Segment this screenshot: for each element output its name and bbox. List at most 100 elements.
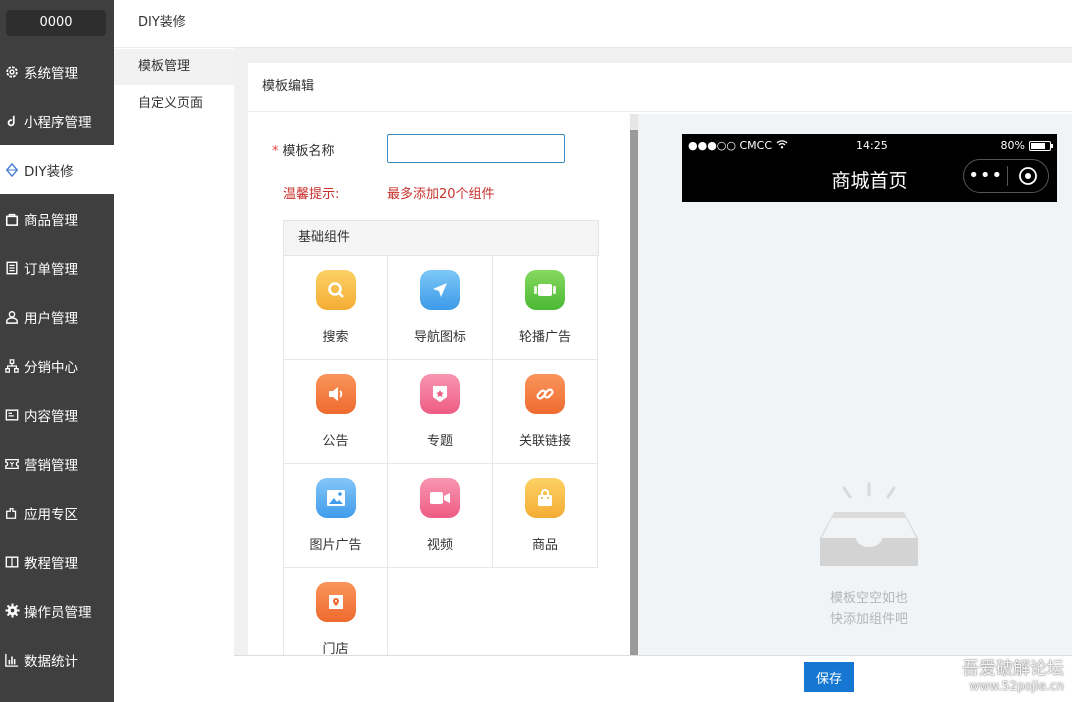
org-chart-icon [4, 358, 20, 374]
status-carrier: ●●●○○ CMCC [688, 139, 788, 152]
sidebar-item-diy[interactable]: DIY装修 [0, 145, 114, 194]
sidebar-item-users[interactable]: 用户管理 [0, 292, 114, 341]
subnav-item-custom-page[interactable]: 自定义页面 [114, 86, 234, 122]
puzzle-icon [4, 505, 20, 521]
component-label: 商品 [531, 538, 558, 553]
link-icon [525, 374, 565, 414]
battery-percent: 80% [1000, 139, 1025, 152]
sidebar-item-label: 操作员管理 [24, 604, 92, 621]
sub-navigation: DIY装修 模板管理 自定义页面 [114, 0, 234, 702]
battery-icon [1029, 140, 1053, 151]
component-search[interactable]: 搜索 [283, 256, 388, 360]
carousel-icon [525, 270, 565, 310]
document-icon [4, 260, 20, 276]
video-icon [420, 478, 460, 518]
bag-icon [4, 211, 20, 227]
save-button[interactable]: 保存 [804, 662, 854, 692]
wifi-icon [776, 139, 788, 152]
template-name-label-text: 模板名称 [282, 144, 335, 159]
diamond-icon [4, 162, 20, 178]
component-label: 公告 [322, 434, 349, 449]
store-icon [315, 582, 356, 622]
more-icon: ••• [968, 165, 1004, 186]
component-label: 搜索 [322, 330, 349, 345]
required-mark: * [272, 144, 279, 159]
status-time: 14:25 [856, 139, 888, 152]
sidebar-item-label: 营销管理 [24, 457, 78, 474]
top-bar [234, 0, 1072, 48]
sidebar-item-label: 用户管理 [24, 310, 78, 327]
sidebar-item-label: 小程序管理 [24, 114, 92, 131]
component-label: 专题 [426, 434, 453, 449]
speaker-icon [315, 374, 356, 414]
watermark-line-2: www.52pojie.cn [969, 679, 1064, 693]
tip-label: 温馨提示: [283, 187, 340, 202]
app-root: 0000 系统管理 小程序管理 DIY装修 商品管理 订单管理 用户管理 分销中… [0, 0, 1072, 702]
sidebar-item-orders[interactable]: 订单管理 [0, 243, 114, 292]
sidebar-item-label: 教程管理 [24, 555, 78, 572]
sidebar-item-label: 订单管理 [24, 261, 78, 278]
sidebar-item-miniprogram[interactable]: 小程序管理 [0, 96, 114, 145]
content-icon [4, 407, 20, 423]
book-icon [4, 554, 20, 570]
template-name-label: * 模板名称 [272, 140, 335, 159]
bottom-action-bar [234, 655, 1072, 702]
navigation-icon [420, 270, 460, 310]
component-goods[interactable]: 商品 [493, 464, 598, 568]
sidebar-item-distribution[interactable]: 分销中心 [0, 341, 114, 390]
shopping-bag-icon [525, 478, 565, 518]
components-heading: 基础组件 [283, 220, 599, 256]
component-carousel[interactable]: 轮播广告 [493, 256, 598, 360]
tip-text: 最多添加20个组件 [387, 187, 495, 202]
basic-components-box: 基础组件 搜索 导航图标 轮播广告 公告 专题 关联链接 图片广告 视频 商品 … [283, 220, 599, 672]
sidebar-item-goods[interactable]: 商品管理 [0, 194, 114, 243]
subnav-item-template-management[interactable]: 模板管理 [114, 49, 234, 85]
template-name-input[interactable] [387, 134, 565, 163]
user-icon [4, 309, 20, 325]
watermark-line-1: 吾爱破解论坛 [962, 659, 1064, 679]
sidebar-item-statistics[interactable]: 数据统计 [0, 635, 114, 684]
component-topic[interactable]: 专题 [388, 360, 493, 464]
editor-scrollbar-thumb[interactable] [630, 130, 638, 655]
status-battery: 80% [1000, 139, 1053, 152]
main-sidebar: 0000 系统管理 小程序管理 DIY装修 商品管理 订单管理 用户管理 分销中… [0, 0, 114, 702]
sidebar-item-label: 内容管理 [24, 408, 78, 425]
component-video[interactable]: 视频 [388, 464, 493, 568]
component-label: 导航图标 [413, 330, 466, 345]
phone-header: ●●●○○ CMCC 14:25 80% 商城首页 ••• [682, 134, 1057, 202]
brand-label: 0000 [6, 10, 106, 36]
carrier-text: ●●●○○ CMCC [688, 139, 773, 152]
ticket-icon [4, 456, 20, 472]
sidebar-item-apps[interactable]: 应用专区 [0, 488, 114, 537]
sidebar-item-content[interactable]: 内容管理 [0, 390, 114, 439]
close-circle-icon [1008, 166, 1048, 186]
empty-state-text: 模板空空如也 快添加组件吧 [769, 588, 969, 630]
empty-line-1: 模板空空如也 [829, 591, 908, 606]
component-label: 关联链接 [518, 434, 571, 449]
watermark: 吾爱破解论坛 www.52pojie.cn [962, 654, 1064, 693]
component-label: 图片广告 [309, 538, 362, 553]
badge-icon [420, 374, 460, 414]
component-label: 轮播广告 [518, 330, 571, 345]
sidebar-item-label: DIY装修 [24, 163, 74, 180]
sidebar-item-label: 应用专区 [24, 506, 78, 523]
component-notice[interactable]: 公告 [283, 360, 388, 464]
empty-line-2: 快添加组件吧 [829, 612, 908, 627]
bar-chart-icon [4, 652, 20, 668]
component-label: 视频 [426, 538, 453, 553]
sidebar-item-label: 系统管理 [24, 65, 78, 82]
music-note-icon [4, 113, 20, 129]
miniprogram-capsule: ••• [963, 159, 1049, 193]
sidebar-item-label: 商品管理 [24, 212, 78, 229]
sidebar-item-marketing[interactable]: 营销管理 [0, 439, 114, 488]
panel-title: 模板编辑 [248, 63, 1072, 112]
image-icon [315, 478, 356, 518]
settings-icon [4, 603, 20, 619]
component-link[interactable]: 关联链接 [493, 360, 598, 464]
sidebar-item-operators[interactable]: 操作员管理 [0, 586, 114, 635]
empty-box-icon [818, 482, 920, 572]
component-nav-icons[interactable]: 导航图标 [388, 256, 493, 360]
sidebar-item-tutorials[interactable]: 教程管理 [0, 537, 114, 586]
component-image-ad[interactable]: 图片广告 [283, 464, 388, 568]
sidebar-item-system[interactable]: 系统管理 [0, 47, 114, 96]
